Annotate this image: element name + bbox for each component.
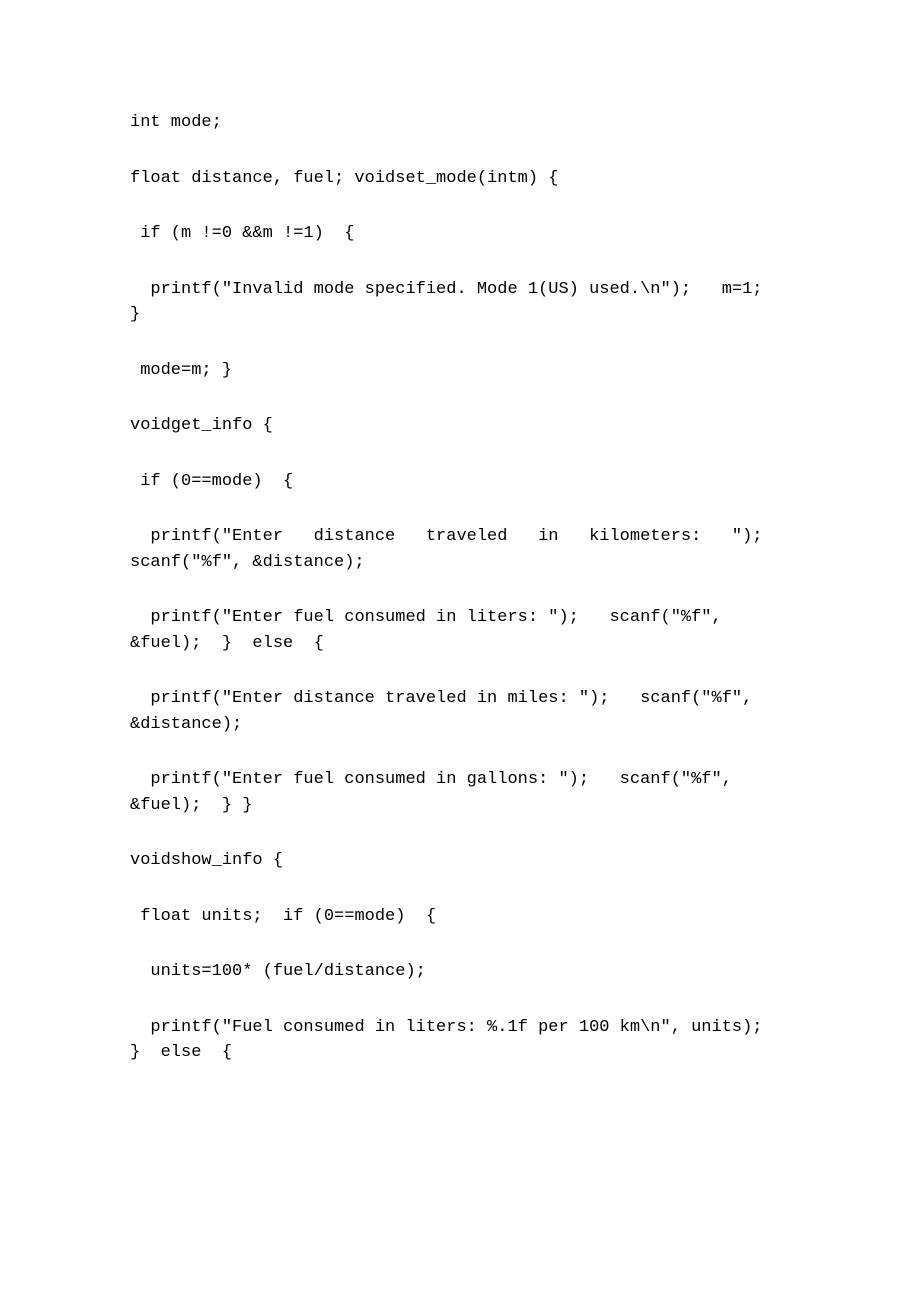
code-line: if (0==mode) {: [130, 469, 790, 495]
code-line: mode=m; }: [130, 358, 790, 384]
code-line: units=100* (fuel/distance);: [130, 959, 790, 985]
document-page: int mode; float distance, fuel; voidset_…: [0, 0, 920, 1302]
code-line: printf("Enter fuel consumed in liters: "…: [130, 605, 790, 656]
code-line: printf("Enter distance traveled in miles…: [130, 686, 790, 737]
code-line: voidget_info {: [130, 413, 790, 439]
code-line: int mode;: [130, 110, 790, 136]
code-line: if (m !=0 &&m !=1) {: [130, 221, 790, 247]
code-line: voidshow_info {: [130, 848, 790, 874]
code-line: printf("Enter distance traveled in kilom…: [130, 524, 790, 575]
code-line: printf("Fuel consumed in liters: %.1f pe…: [130, 1015, 790, 1066]
code-line: float distance, fuel; voidset_mode(intm)…: [130, 166, 790, 192]
code-line: float units; if (0==mode) {: [130, 904, 790, 930]
code-line: printf("Enter fuel consumed in gallons: …: [130, 767, 790, 818]
code-line: printf("Invalid mode specified. Mode 1(U…: [130, 277, 790, 328]
